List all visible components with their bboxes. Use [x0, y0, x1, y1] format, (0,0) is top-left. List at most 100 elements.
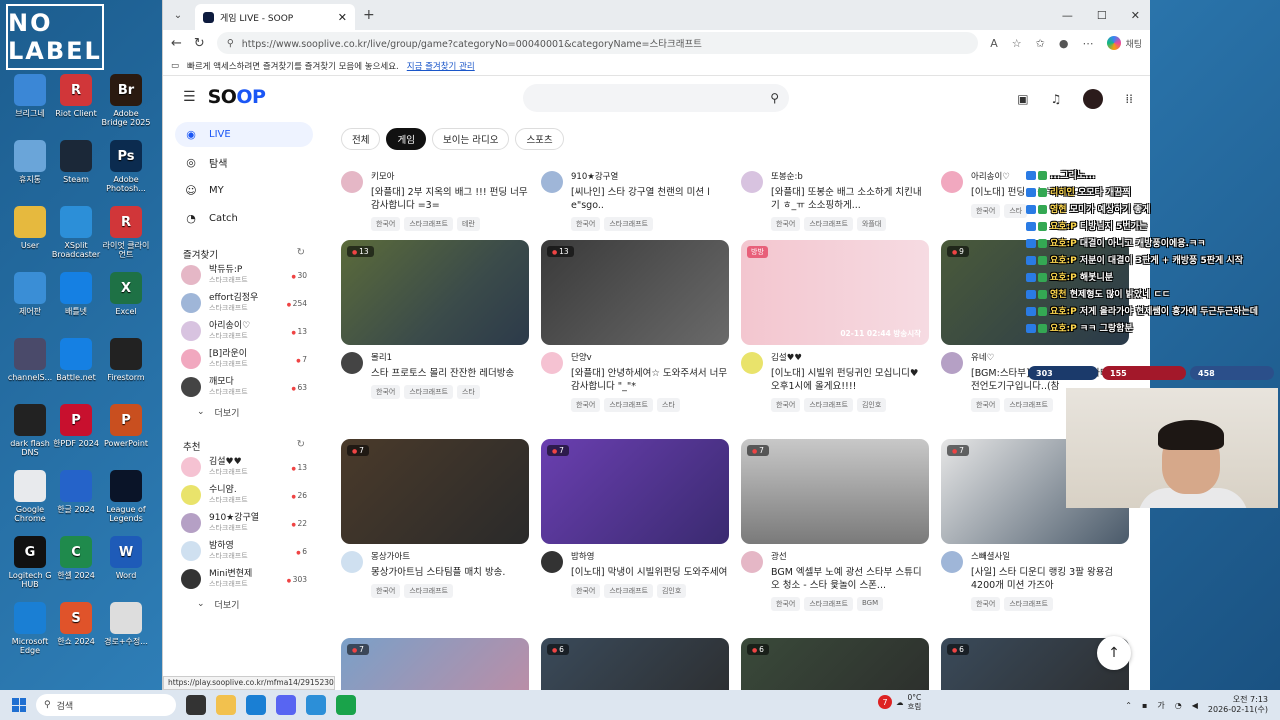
stream-tag[interactable]: 한국어: [571, 584, 601, 598]
category-chip[interactable]: 스포츠: [515, 128, 564, 150]
start-icon[interactable]: [12, 698, 26, 712]
task-view-icon[interactable]: [186, 695, 206, 715]
manage-favorites-link[interactable]: 지금 즐겨찾기 관리: [407, 60, 475, 72]
tray-app-icon[interactable]: ▪: [1142, 701, 1147, 710]
desktop-icon[interactable]: User: [4, 206, 56, 250]
desktop-icon[interactable]: XSplit Broadcaster: [50, 206, 102, 259]
copilot-button[interactable]: 채팅: [1107, 36, 1142, 50]
new-tab-icon[interactable]: +: [363, 7, 375, 23]
search-input[interactable]: ⚲: [523, 84, 789, 112]
channel-item[interactable]: effort김정우스타크래프트 254: [175, 289, 313, 317]
stream-title[interactable]: 스타 프로토스 몰리 잔잔한 레더방송: [371, 367, 529, 380]
stream-tag[interactable]: 한국어: [371, 584, 401, 598]
favorites-more-button[interactable]: ⌄ 더보기: [175, 401, 313, 423]
favorites-icon[interactable]: ✩: [1036, 37, 1045, 50]
weather-widget[interactable]: 7 ☁ 0°C 흐림: [878, 693, 921, 711]
streamer-avatar[interactable]: [541, 551, 563, 573]
streamer-avatar[interactable]: [541, 352, 563, 374]
stream-tag[interactable]: 스타크래프트: [404, 584, 453, 598]
desktop-icon[interactable]: Ps Adobe Photosh...: [100, 140, 152, 193]
channel-item[interactable]: 910★강구열스타크래프트 22: [175, 509, 313, 537]
soop-logo[interactable]: SOOP: [208, 86, 266, 108]
category-chip[interactable]: 보이는 라디오: [431, 128, 510, 150]
stream-tag[interactable]: 스타크래프트: [804, 398, 853, 412]
streamer-name[interactable]: 또봉순:b: [771, 171, 929, 184]
desktop-icon[interactable]: 제어판: [4, 272, 56, 316]
app-f-icon[interactable]: [336, 695, 356, 715]
streamer-avatar[interactable]: [341, 171, 363, 193]
stream-card[interactable]: 7 몽상가아트몽상가아트님 스타팀플 매치 방송. 한국어스타크래프트: [341, 439, 529, 598]
streamer-avatar[interactable]: [941, 352, 963, 374]
search-icon[interactable]: ⚲: [770, 91, 779, 105]
stream-tag[interactable]: 스타크래프트: [804, 217, 853, 231]
desktop-icon[interactable]: P 한PDF 2024: [50, 404, 102, 448]
discord-icon[interactable]: [276, 695, 296, 715]
hamburger-icon[interactable]: ☰: [183, 89, 196, 105]
stream-card[interactable]: 1302-11 02:44 방송시작방방김설♥♥[이노대] 시빌위 펀딩귀인 모…: [741, 240, 929, 412]
channel-item[interactable]: [B]라운이스타크래프트 7: [175, 345, 313, 373]
tray-chevron-icon[interactable]: ⌃: [1125, 701, 1132, 710]
stream-tag[interactable]: 스타: [656, 398, 680, 412]
category-chip[interactable]: 전체: [341, 128, 381, 150]
back-icon[interactable]: ←: [171, 36, 182, 51]
channel-item[interactable]: 깨모다스타크래프트 63: [175, 373, 313, 401]
stream-title[interactable]: [사일] 스타 디운디 랭킹 3팔 왕용검 4200개 미션 가즈아: [971, 566, 1129, 592]
volume-icon[interactable]: ◀: [1192, 701, 1198, 710]
stream-title[interactable]: [와플대] 2부 지옥의 배그 !!! 펀딩 너무 감사합니다 =3=: [371, 186, 529, 212]
desktop-icon[interactable]: League of Legends: [100, 470, 152, 523]
desktop-icon[interactable]: 경로+수정...: [100, 602, 152, 646]
stream-tag[interactable]: 한국어: [971, 398, 1001, 412]
desktop-icon[interactable]: 한글 2024: [50, 470, 102, 514]
stream-tag[interactable]: 스타크래프트: [404, 385, 453, 399]
stream-card[interactable]: 7 밤하영 [이노대] 막냉이 시빌위펀딩 도와주세여한국어스타크래프트김인호: [541, 439, 729, 598]
desktop-icon[interactable]: W Word: [100, 536, 152, 580]
clock[interactable]: 오전 7:13 2026-02-11(수): [1208, 695, 1268, 715]
stream-card[interactable]: 키모아 [와플대] 2부 지옥의 배그 !!! 펀딩 너무 감사합니다 =3= 한국…: [341, 164, 529, 231]
refresh-favorites-icon[interactable]: ↻: [297, 247, 305, 261]
stream-title[interactable]: [와플대] 안녕하세여☆ 도와주셔서 너무 감사합니다 "_"*: [571, 367, 729, 393]
stream-tag[interactable]: 스타크래프트: [1004, 398, 1053, 412]
stream-card[interactable]: 13 단양v [와플대] 안녕하세여☆ 도와주셔서 너무 감사합니다 "_"* 한국어…: [541, 240, 729, 412]
stream-tag[interactable]: 테란: [456, 217, 480, 231]
maximize-icon[interactable]: ☐: [1097, 9, 1107, 22]
desktop-icon[interactable]: dark flash DNS: [4, 404, 56, 457]
desktop-icon[interactable]: 브리그네: [4, 74, 56, 118]
close-tab-icon[interactable]: ✕: [338, 11, 347, 24]
streamer-name[interactable]: 몽상가아트: [371, 551, 529, 564]
desktop-icon[interactable]: Steam: [50, 140, 102, 184]
stream-thumbnail[interactable]: 1302-11 02:44 방송시작방방: [741, 240, 929, 345]
stream-title[interactable]: [씨나인] 스타 강구열 천랜의 미션 l e"sgo..: [571, 186, 729, 212]
stream-tag[interactable]: 한국어: [371, 385, 401, 399]
stream-tag[interactable]: 김인호: [656, 584, 687, 598]
desktop-icon[interactable]: X Excel: [100, 272, 152, 316]
stream-title[interactable]: 몽상가아트님 스타팀플 매치 방송.: [371, 566, 529, 579]
streamer-avatar[interactable]: [941, 171, 963, 193]
streamer-name[interactable]: 스빼셜사일: [971, 551, 1129, 564]
stream-thumbnail[interactable]: 7: [341, 439, 529, 544]
stream-thumbnail[interactable]: 6: [741, 638, 929, 690]
star-icon[interactable]: ☆: [1012, 37, 1022, 50]
stream-tag[interactable]: 스타크래프트: [604, 217, 653, 231]
streamer-name[interactable]: 몰리1: [371, 352, 529, 365]
stream-title[interactable]: [이노대] 막냉이 시빌위펀딩 도와주세여: [571, 566, 729, 579]
stream-tag[interactable]: 한국어: [771, 217, 801, 231]
stream-tag[interactable]: BGM: [856, 597, 884, 611]
file-explorer-icon[interactable]: [216, 695, 236, 715]
desktop-icon[interactable]: C 한셀 2024: [50, 536, 102, 580]
stream-tag[interactable]: 스타크래프트: [1004, 597, 1053, 611]
stream-card[interactable]: 6: [741, 638, 929, 690]
read-aloud-icon[interactable]: A: [990, 37, 998, 50]
streamer-avatar[interactable]: [741, 551, 763, 573]
desktop-icon[interactable]: Microsoft Edge: [4, 602, 56, 655]
streamer-name[interactable]: 김설♥♥: [771, 352, 929, 365]
taskbar-search[interactable]: ⚲ 검색: [36, 694, 176, 716]
streamer-avatar[interactable]: [541, 171, 563, 193]
menu-icon[interactable]: ⋯: [1082, 37, 1093, 50]
recommended-more-button[interactable]: ⌄ 더보기: [175, 593, 313, 615]
stream-title[interactable]: BGM 엑셀부 노예 광선 스타부 스튜디오 청소 - 스타 윷놀이 스폰...: [771, 566, 929, 592]
close-window-icon[interactable]: ✕: [1131, 9, 1140, 22]
stream-tag[interactable]: 스타크래프트: [604, 398, 653, 412]
streamer-name[interactable]: 광선: [771, 551, 929, 564]
stream-card[interactable]: 6: [541, 638, 729, 690]
stream-thumbnail[interactable]: 13: [541, 240, 729, 345]
